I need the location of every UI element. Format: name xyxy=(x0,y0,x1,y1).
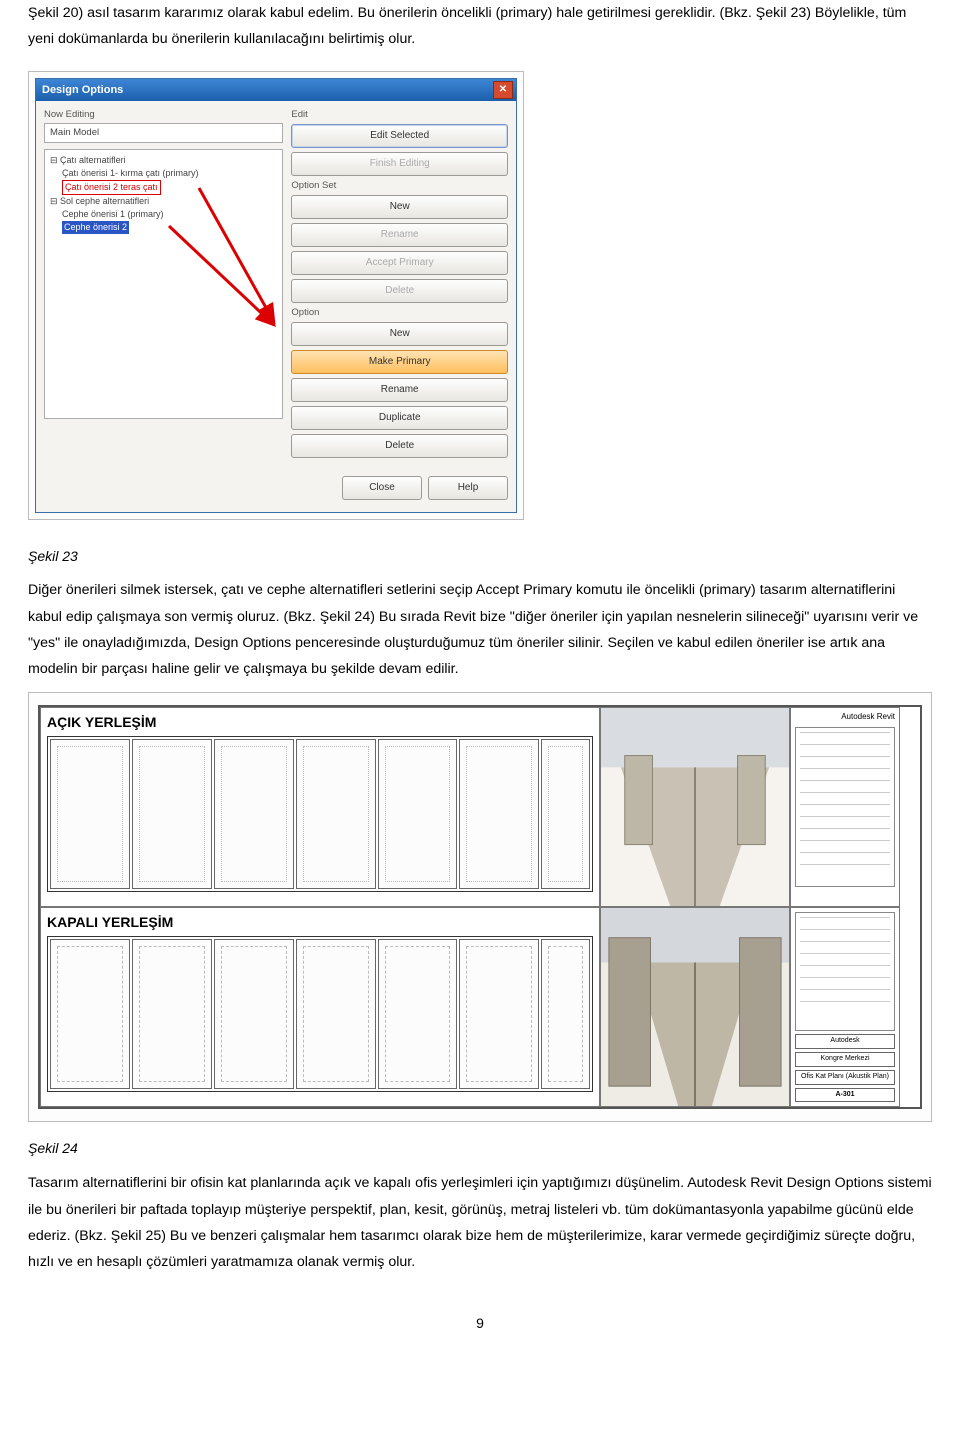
perspective-closed-icon xyxy=(601,908,789,1106)
dialog-title: Design Options xyxy=(42,84,123,96)
dialog-titlebar: Design Options ✕ xyxy=(36,79,516,101)
finish-editing-button[interactable]: Finish Editing xyxy=(291,152,508,176)
optionset-delete-button[interactable]: Delete xyxy=(291,279,508,303)
now-editing-label: Now Editing xyxy=(44,109,283,120)
option-new-button[interactable]: New xyxy=(291,322,508,346)
plan-open-label: AÇIK YERLEŞİM xyxy=(47,714,593,730)
now-editing-field[interactable]: Main Model xyxy=(44,123,283,143)
option-delete-button[interactable]: Delete xyxy=(291,434,508,458)
paragraph-2: Diğer önerileri silmek istersek, çatı ve… xyxy=(28,577,932,682)
page-number: 9 xyxy=(28,1315,932,1331)
titleblock-brand: Autodesk Revit xyxy=(795,712,895,721)
titleblock-bottom: Autodesk Kongre Merkezi Ofis Kat Planı (… xyxy=(790,907,900,1107)
figure-23-caption: Şekil 23 xyxy=(28,544,932,570)
figure-23: Design Options ✕ Now Editing Main Model … xyxy=(28,71,524,520)
dialog-close-button[interactable]: Close xyxy=(342,476,422,500)
group-edit: Edit xyxy=(291,109,508,120)
titleblock-project: Kongre Merkezi xyxy=(795,1052,895,1067)
optionset-new-button[interactable]: New xyxy=(291,195,508,219)
option-rename-button[interactable]: Rename xyxy=(291,378,508,402)
group-option-set: Option Set xyxy=(291,180,508,191)
paragraph-1: Şekil 20) asıl tasarım kararımız olarak … xyxy=(28,0,932,53)
group-option: Option xyxy=(291,307,508,318)
drawing-sheet: AÇIK YERLEŞİM Autodesk Revit xyxy=(38,705,922,1109)
figure-24-caption: Şekil 24 xyxy=(28,1136,932,1162)
optionset-accept-primary-button[interactable]: Accept Primary xyxy=(291,251,508,275)
edit-selected-button[interactable]: Edit Selected xyxy=(291,124,508,148)
perspective-open xyxy=(600,707,790,907)
perspective-open-icon xyxy=(601,708,789,906)
plan-open: AÇIK YERLEŞİM xyxy=(40,707,600,907)
options-tree[interactable]: ⊟ Çatı alternatifleri Çatı önerisi 1- kı… xyxy=(44,149,283,419)
design-options-dialog: Design Options ✕ Now Editing Main Model … xyxy=(35,78,517,513)
titleblock-number: A-301 xyxy=(795,1088,895,1103)
plan-closed: KAPALI YERLEŞİM xyxy=(40,907,600,1107)
titleblock-top: Autodesk Revit xyxy=(790,707,900,907)
callout-arrows-icon xyxy=(69,150,289,410)
perspective-closed xyxy=(600,907,790,1107)
dialog-help-button[interactable]: Help xyxy=(428,476,508,500)
plan-closed-label: KAPALI YERLEŞİM xyxy=(47,914,593,930)
paragraph-3: Tasarım alternatiflerini bir ofisin kat … xyxy=(28,1170,932,1275)
titleblock-owner: Autodesk xyxy=(795,1034,895,1049)
option-duplicate-button[interactable]: Duplicate xyxy=(291,406,508,430)
figure-24: AÇIK YERLEŞİM Autodesk Revit xyxy=(28,692,932,1122)
optionset-rename-button[interactable]: Rename xyxy=(291,223,508,247)
titleblock-drawing: Ofis Kat Planı (Akustik Plan) xyxy=(795,1070,895,1085)
close-icon[interactable]: ✕ xyxy=(493,81,513,99)
option-make-primary-button[interactable]: Make Primary xyxy=(291,350,508,374)
